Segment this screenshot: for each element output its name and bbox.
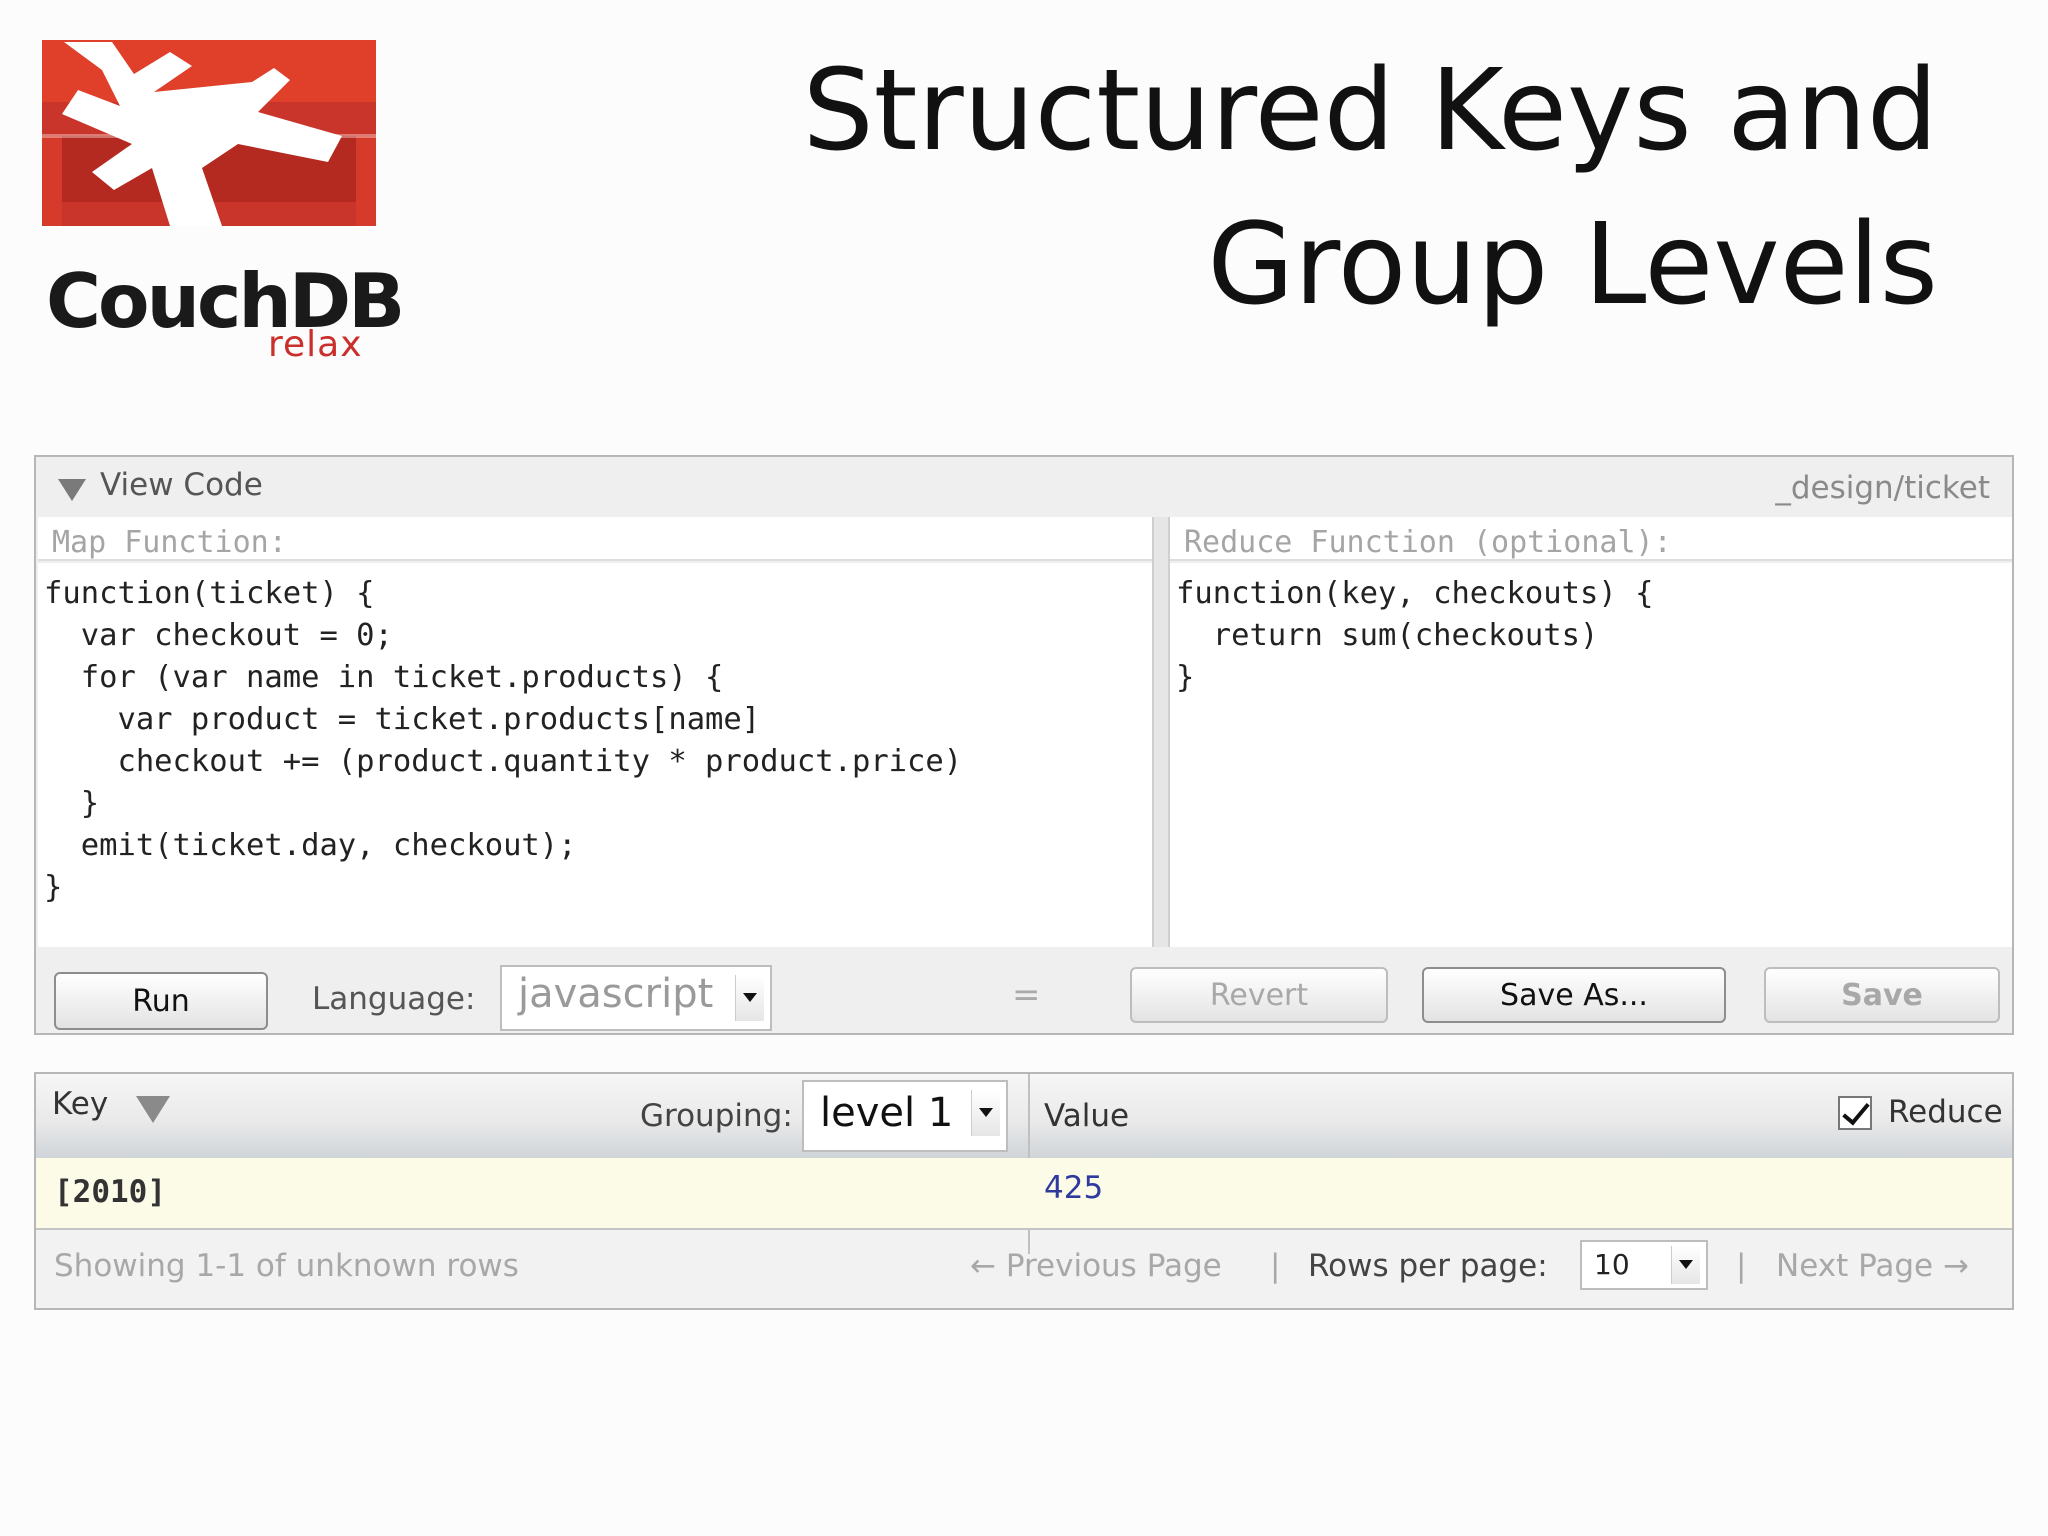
run-button[interactable]: Run [54, 972, 268, 1030]
language-label: Language: [312, 981, 476, 1017]
rows-per-page-select[interactable]: 10 [1580, 1240, 1708, 1290]
showing-rows-text: Showing 1-1 of unknown rows [54, 1248, 519, 1284]
reduce-checkbox-label[interactable]: Reduce [1888, 1094, 2003, 1130]
table-row[interactable]: [2010] 425 [36, 1158, 2012, 1230]
view-code-title[interactable]: View Code [100, 467, 263, 503]
reduce-checkbox[interactable] [1838, 1096, 1872, 1130]
grouping-label: Grouping: [640, 1098, 793, 1134]
view-code-panel: View Code _design/ticket Map Function: R… [34, 455, 2014, 1035]
row-value: 425 [1044, 1170, 1104, 1206]
logo-tagline: relax [268, 324, 363, 365]
sort-descending-icon[interactable] [136, 1096, 170, 1123]
grouping-select[interactable]: level 1 [802, 1080, 1008, 1152]
results-table: Key Grouping: level 1 Value Reduce [2010… [34, 1072, 2014, 1310]
save-as-button[interactable]: Save As... [1422, 967, 1726, 1023]
pager-separator: | [1270, 1248, 1281, 1284]
value-column-header: Value [1044, 1098, 1130, 1134]
view-code-header[interactable]: View Code _design/ticket [36, 457, 2012, 513]
language-select[interactable]: javascript [500, 965, 772, 1031]
map-function-label: Map Function: [38, 517, 1152, 561]
couchdb-couch-icon [42, 40, 376, 226]
rows-per-page-label: Rows per page: [1308, 1248, 1548, 1284]
pagination-bar: Showing 1-1 of unknown rows ← Previous P… [36, 1230, 2012, 1310]
design-doc-name: _design/ticket [1775, 470, 1990, 506]
map-function-editor[interactable]: function(ticket) { var checkout = 0; for… [38, 563, 1152, 947]
next-page-link[interactable]: Next Page → [1776, 1248, 1969, 1284]
row-key: [2010] [54, 1174, 166, 1210]
results-header: Key Grouping: level 1 Value Reduce [36, 1074, 2012, 1160]
language-select-value: javascript [518, 971, 714, 1017]
rows-per-page-value: 10 [1594, 1248, 1630, 1281]
save-button[interactable]: Save [1764, 967, 2000, 1023]
equals-icon: = [1012, 975, 1041, 1015]
key-column-header[interactable]: Key [52, 1086, 108, 1122]
slide-title-line-1: Structured Keys and [802, 46, 1938, 176]
dropdown-arrow-icon[interactable] [1671, 1246, 1700, 1284]
couchdb-logo: CouchDB relax [42, 40, 405, 363]
dropdown-arrow-icon[interactable] [735, 975, 764, 1021]
revert-button[interactable]: Revert [1130, 967, 1388, 1023]
slide-title-line-2: Group Levels [1207, 200, 1938, 330]
pane-resize-handle[interactable] [1152, 517, 1170, 947]
slide-title: Structured Keys and Group Levels [738, 34, 1938, 342]
reduce-function-editor[interactable]: function(key, checkouts) { return sum(ch… [1170, 563, 2012, 947]
grouping-select-value: level 1 [820, 1090, 954, 1136]
collapse-triangle-icon[interactable] [58, 479, 86, 501]
previous-page-link[interactable]: ← Previous Page [970, 1248, 1222, 1284]
reduce-function-label: Reduce Function (optional): [1170, 517, 2012, 561]
dropdown-arrow-icon[interactable] [971, 1090, 1000, 1136]
pager-separator: | [1736, 1248, 1747, 1284]
